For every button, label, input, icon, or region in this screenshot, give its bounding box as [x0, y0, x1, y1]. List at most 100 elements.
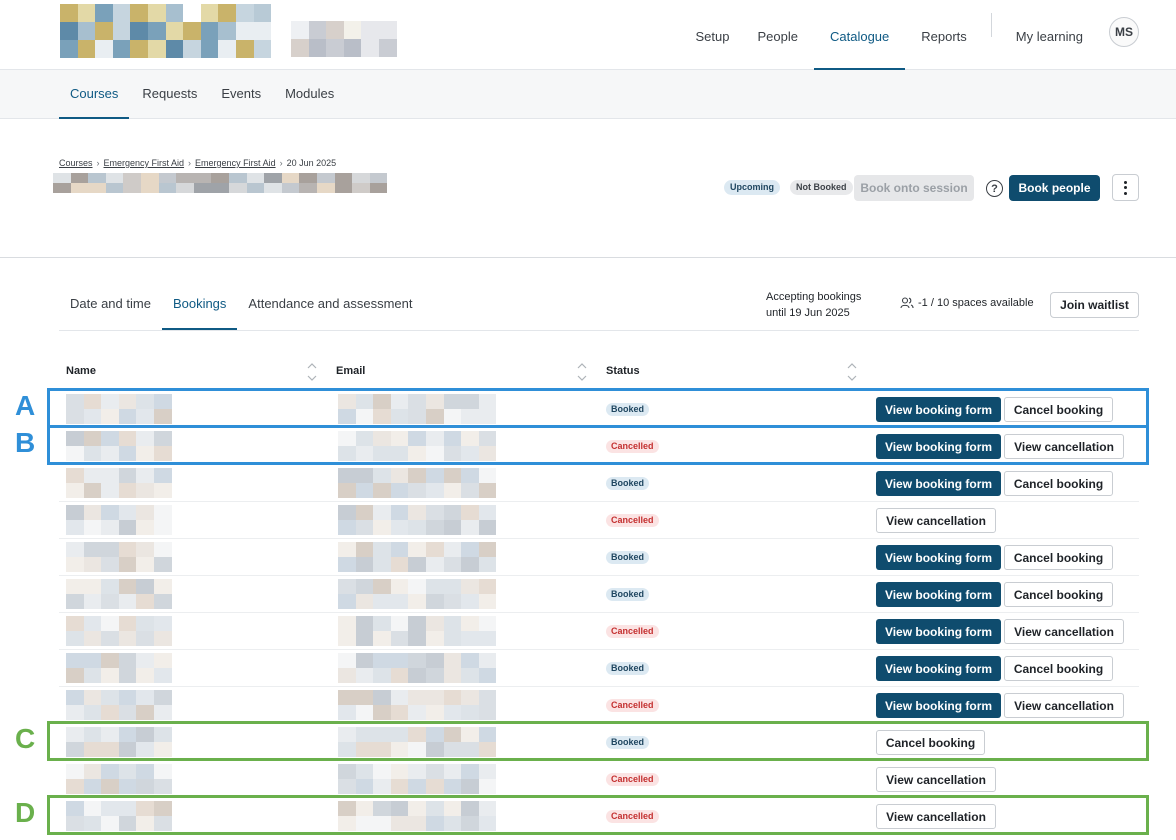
- redacted-block: [373, 520, 391, 535]
- sort-icon[interactable]: [576, 360, 588, 384]
- chevron-right-icon: ›: [96, 158, 100, 168]
- redacted-block: [390, 653, 409, 668]
- view-booking-form-button[interactable]: View booking form: [876, 582, 1001, 607]
- redacted-block: [478, 431, 497, 446]
- help-icon[interactable]: ?: [986, 180, 1003, 197]
- redacted-block: [112, 40, 131, 58]
- redacted-block: [408, 409, 426, 424]
- nav-my-learning[interactable]: My learning: [1004, 30, 1095, 70]
- redacted-block: [355, 468, 374, 483]
- redacted-block: [408, 468, 426, 483]
- cancel-booking-button[interactable]: Cancel booking: [1004, 471, 1113, 496]
- view-booking-form-button[interactable]: View booking form: [876, 397, 1001, 422]
- redacted-block: [83, 727, 102, 742]
- redacted-block: [136, 705, 154, 720]
- cancel-booking-button[interactable]: Cancel booking: [1004, 397, 1113, 422]
- redacted-block: [77, 40, 96, 58]
- attendee-name: [66, 690, 172, 720]
- view-booking-form-button[interactable]: View booking form: [876, 693, 1001, 718]
- redacted-block: [101, 505, 119, 520]
- redacted-block: [425, 520, 444, 535]
- book-onto-session-button[interactable]: Book onto session: [854, 175, 974, 201]
- sort-icon[interactable]: [846, 360, 858, 384]
- breadcrumb-course-2[interactable]: Emergency First Aid: [195, 158, 276, 168]
- redacted-block: [83, 705, 102, 720]
- cancel-booking-button[interactable]: Cancel booking: [876, 730, 985, 755]
- redacted-block: [352, 173, 370, 183]
- more-options-kebab-icon[interactable]: [1112, 174, 1139, 201]
- view-booking-form-button[interactable]: View booking form: [876, 619, 1001, 644]
- redacted-block: [425, 394, 444, 409]
- breadcrumb-courses[interactable]: Courses: [59, 158, 93, 168]
- redacted-block: [443, 505, 462, 520]
- redacted-block: [153, 653, 172, 668]
- view-cancellation-button[interactable]: View cancellation: [1004, 693, 1124, 718]
- subnav-courses[interactable]: Courses: [59, 70, 130, 119]
- redacted-block: [443, 668, 462, 683]
- redacted-block: [123, 173, 141, 183]
- nav-reports[interactable]: Reports: [909, 30, 979, 70]
- nav-catalogue[interactable]: Catalogue: [813, 30, 906, 70]
- redacted-block: [176, 173, 194, 183]
- redacted-block: [83, 542, 102, 557]
- redacted-block: [425, 668, 444, 683]
- redacted-block: [83, 668, 102, 683]
- redacted-block: [390, 557, 409, 572]
- view-cancellation-button[interactable]: View cancellation: [876, 767, 996, 792]
- table-row: Booked View booking form Cancel booking: [59, 576, 1139, 613]
- cancel-booking-button[interactable]: Cancel booking: [1004, 656, 1113, 681]
- attendee-name: [66, 542, 172, 572]
- view-booking-form-button[interactable]: View booking form: [876, 656, 1001, 681]
- view-cancellation-button[interactable]: View cancellation: [1004, 434, 1124, 459]
- redacted-block: [308, 21, 327, 39]
- redacted-block: [373, 505, 391, 520]
- redacted-block: [83, 616, 102, 631]
- subnav-events[interactable]: Events: [210, 70, 272, 119]
- status-badge: Cancelled: [606, 699, 659, 712]
- redacted-block: [408, 727, 426, 742]
- column-header-email[interactable]: Email: [336, 365, 365, 377]
- redacted-block: [478, 690, 497, 705]
- redacted-block: [211, 173, 229, 183]
- redacted-block: [235, 40, 254, 58]
- redacted-block: [200, 22, 219, 40]
- redacted-block: [235, 4, 254, 22]
- breadcrumb-course[interactable]: Emergency First Aid: [104, 158, 185, 168]
- subnav-modules[interactable]: Modules: [274, 70, 345, 119]
- people-icon: [900, 297, 914, 309]
- redacted-block: [77, 4, 96, 22]
- attendee-email: [338, 764, 497, 794]
- column-header-status[interactable]: Status: [606, 365, 640, 377]
- section-divider: [0, 257, 1176, 258]
- redacted-block: [153, 816, 172, 831]
- redacted-block: [338, 594, 356, 609]
- tab-bookings[interactable]: Bookings: [161, 280, 238, 330]
- view-cancellation-button[interactable]: View cancellation: [1004, 619, 1124, 644]
- cancel-booking-button[interactable]: Cancel booking: [1004, 545, 1113, 570]
- subnav-requests[interactable]: Requests: [131, 70, 208, 119]
- column-header-name[interactable]: Name: [66, 365, 96, 377]
- view-booking-form-button[interactable]: View booking form: [876, 471, 1001, 496]
- join-waitlist-button[interactable]: Join waitlist: [1050, 292, 1139, 318]
- view-cancellation-button[interactable]: View cancellation: [876, 508, 996, 533]
- cancel-booking-button[interactable]: Cancel booking: [1004, 582, 1113, 607]
- redacted-block: [478, 779, 497, 794]
- view-cancellation-button[interactable]: View cancellation: [876, 804, 996, 829]
- nav-setup[interactable]: Setup: [684, 30, 742, 70]
- view-booking-form-button[interactable]: View booking form: [876, 434, 1001, 459]
- redacted-block: [66, 409, 84, 424]
- redacted-block: [338, 468, 356, 483]
- tab-date-and-time[interactable]: Date and time: [59, 280, 162, 330]
- tab-attendance[interactable]: Attendance and assessment: [237, 280, 423, 330]
- nav-people[interactable]: People: [746, 30, 810, 70]
- redacted-block: [60, 22, 78, 40]
- book-people-button[interactable]: Book people: [1009, 175, 1100, 201]
- sort-icon[interactable]: [306, 360, 318, 384]
- redacted-block: [443, 542, 462, 557]
- redacted-block: [378, 39, 397, 57]
- user-avatar[interactable]: MS: [1109, 17, 1139, 47]
- redacted-block: [390, 579, 409, 594]
- redacted-block: [70, 183, 89, 193]
- redacted-block: [66, 557, 84, 572]
- view-booking-form-button[interactable]: View booking form: [876, 545, 1001, 570]
